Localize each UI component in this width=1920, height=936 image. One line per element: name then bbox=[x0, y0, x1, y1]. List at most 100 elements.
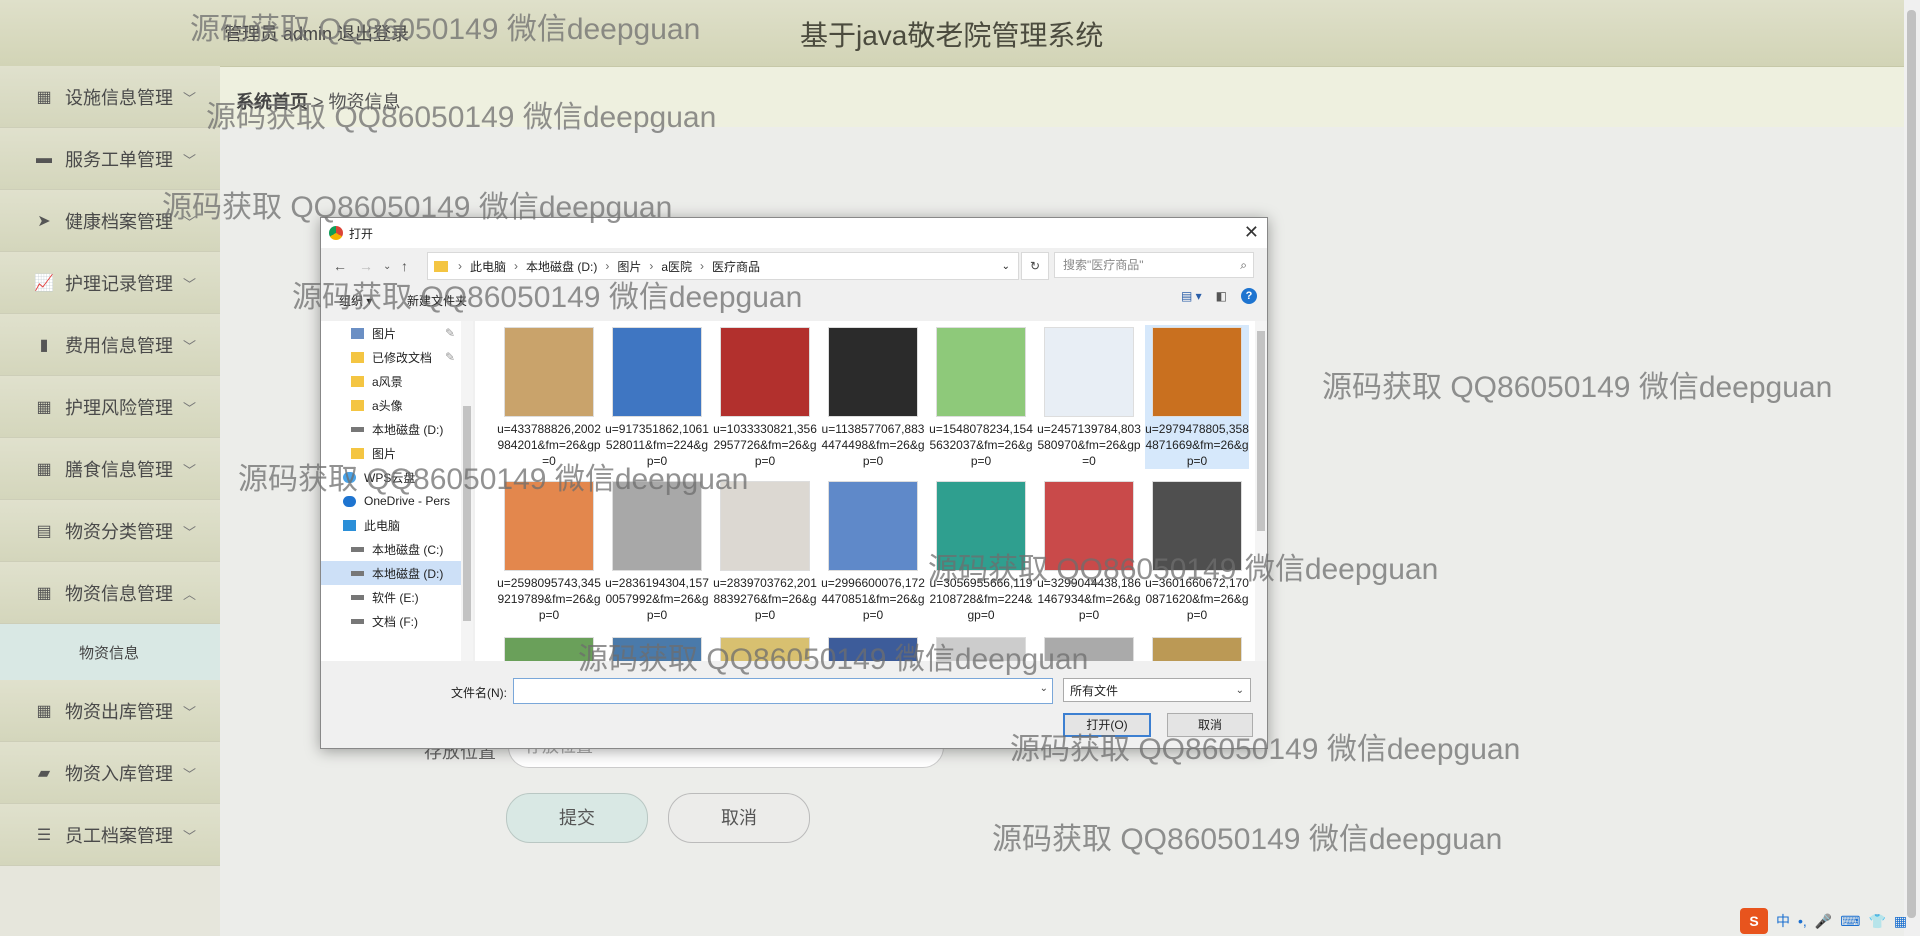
file-thumbnail-partial[interactable] bbox=[504, 637, 594, 661]
file-name: u=2457139784,803580970&fm=26&gp=0 bbox=[1037, 422, 1141, 468]
file-type-select[interactable]: 所有文件 ⌄ bbox=[1063, 678, 1251, 702]
address-bar[interactable]: › 此电脑 › 本地磁盘 (D:) › 图片 › a医院 › 医疗商品 ⌄ bbox=[427, 252, 1019, 280]
filename-input[interactable]: ⌄ bbox=[513, 678, 1053, 704]
sidebar-item-care-record[interactable]: 📈 护理记录管理 ﹀ bbox=[0, 252, 220, 314]
tree-item[interactable]: 已修改文档 ✎ bbox=[321, 345, 473, 369]
tree-scrollbar-thumb[interactable] bbox=[463, 406, 471, 621]
file-item[interactable]: u=1138577067,8834474498&fm=26&gp=0 bbox=[821, 325, 925, 469]
skin-icon[interactable]: 👕 bbox=[1868, 913, 1885, 930]
submit-button[interactable]: 提交 bbox=[506, 793, 648, 843]
microphone-icon[interactable]: 🎤 bbox=[1815, 913, 1832, 930]
organize-menu[interactable]: 组织 ▾ bbox=[339, 292, 372, 309]
search-input[interactable]: 搜索"医疗商品" ⌕ bbox=[1054, 252, 1254, 278]
file-thumbnail bbox=[504, 481, 594, 571]
tree-scrollbar[interactable] bbox=[461, 321, 473, 661]
sidebar-item-label: 护理风险管理 bbox=[65, 397, 173, 418]
file-thumbnail-partial[interactable] bbox=[1152, 637, 1242, 661]
dialog-cancel-button[interactable]: 取消 bbox=[1167, 713, 1253, 737]
file-item[interactable]: u=2996600076,1724470851&fm=26&gp=0 bbox=[821, 479, 925, 623]
file-item[interactable]: u=3056955666,1192108728&fm=224&gp=0 bbox=[929, 479, 1033, 623]
sidebar-item-care-risk[interactable]: ▦ 护理风险管理 ﹀ bbox=[0, 376, 220, 438]
cancel-button[interactable]: 取消 bbox=[668, 793, 810, 843]
tree-item[interactable]: 本地磁盘 (C:) bbox=[321, 537, 473, 561]
chevron-down-icon[interactable]: ⌄ bbox=[1002, 261, 1010, 272]
grid-icon: ▦ bbox=[36, 584, 52, 602]
sidebar-item-supply-info[interactable]: ▦ 物资信息管理 ︿ bbox=[0, 562, 220, 624]
sidebar-item-supply-out[interactable]: ▦ 物资出库管理 ﹀ bbox=[0, 680, 220, 742]
file-scrollbar-thumb[interactable] bbox=[1257, 331, 1265, 531]
sidebar-item-supply-in[interactable]: ▰ 物资入库管理 ﹀ bbox=[0, 742, 220, 804]
tree-item[interactable]: 图片 ✎ bbox=[321, 321, 473, 345]
tree-item[interactable]: a风景 bbox=[321, 369, 473, 393]
dialog-titlebar: 打开 ✕ bbox=[321, 218, 1267, 248]
path-segment[interactable]: 此电脑 bbox=[470, 258, 506, 275]
file-item[interactable]: u=917351862,1061528011&fm=224&gp=0 bbox=[605, 325, 709, 469]
path-segment[interactable]: a医院 bbox=[661, 258, 692, 275]
tree-item[interactable]: 图片 bbox=[321, 441, 473, 465]
admin-logout-link[interactable]: 管理员 admin 退出登录 bbox=[224, 20, 409, 46]
view-options-icon[interactable]: ▤ ▾ bbox=[1181, 289, 1202, 303]
tree-item[interactable]: 文档 (F:) bbox=[321, 609, 473, 633]
sidebar-item-staff[interactable]: ☰ 员工档案管理 ﹀ bbox=[0, 804, 220, 866]
tree-item[interactable]: 此电脑 bbox=[321, 513, 473, 537]
forward-arrow-icon[interactable]: → bbox=[359, 258, 373, 274]
tree-item[interactable]: OneDrive - Pers bbox=[321, 489, 473, 513]
top-header: 管理员 admin 退出登录 基于java敬老院管理系统 bbox=[0, 0, 1904, 67]
new-folder-button[interactable]: 新建文件夹 bbox=[407, 292, 467, 309]
help-icon[interactable]: ? bbox=[1241, 288, 1257, 304]
file-item[interactable]: u=2836194304,1570057992&fm=26&gp=0 bbox=[605, 479, 709, 623]
sidebar-subitem-supply-info[interactable]: 物资信息 bbox=[0, 624, 220, 680]
tree-item[interactable]: 软件 (E:) bbox=[321, 585, 473, 609]
file-item[interactable]: u=1033330821,3562957726&fm=26&gp=0 bbox=[713, 325, 817, 469]
file-thumbnail-partial[interactable] bbox=[828, 637, 918, 661]
file-grid: u=433788826,2002984201&fm=26&gp=0 u=91735… bbox=[475, 321, 1255, 661]
breadcrumb-home[interactable]: 系统首页 bbox=[236, 92, 308, 112]
sidebar-item-health-record[interactable]: ➤ 健康档案管理 ﹀ bbox=[0, 190, 220, 252]
refresh-icon[interactable]: ↻ bbox=[1021, 252, 1049, 280]
file-item[interactable]: u=1548078234,1545632037&fm=26&gp=0 bbox=[929, 325, 1033, 469]
file-thumbnail-partial[interactable] bbox=[1044, 637, 1134, 661]
up-arrow-icon[interactable]: ↑ bbox=[401, 258, 408, 274]
file-item[interactable]: u=2457139784,803580970&fm=26&gp=0 bbox=[1037, 325, 1141, 469]
file-item[interactable]: u=2839703762,2018839276&fm=26&gp=0 bbox=[713, 479, 817, 623]
punctuation-icon[interactable]: •, bbox=[1798, 913, 1807, 929]
recent-chevron-icon[interactable]: ⌄ bbox=[383, 261, 391, 272]
sidebar-item-meals[interactable]: ▦ 膳食信息管理 ﹀ bbox=[0, 438, 220, 500]
sidebar-item-facility[interactable]: ▦ 设施信息管理 ﹀ bbox=[0, 66, 220, 128]
sidebar-item-service-order[interactable]: ▬ 服务工单管理 ﹀ bbox=[0, 128, 220, 190]
file-thumbnail-partial[interactable] bbox=[720, 637, 810, 661]
sogou-icon[interactable]: S bbox=[1740, 908, 1768, 934]
tree-item[interactable]: a头像 bbox=[321, 393, 473, 417]
preview-pane-icon[interactable]: ◧ bbox=[1216, 289, 1227, 303]
file-thumbnail bbox=[720, 327, 810, 417]
tree-item-label: 本地磁盘 (D:) bbox=[372, 566, 444, 581]
tree-item[interactable]: WPS云盘 bbox=[321, 465, 473, 489]
path-segment[interactable]: 本地磁盘 (D:) bbox=[526, 258, 597, 275]
path-segment[interactable]: 图片 bbox=[617, 258, 641, 275]
file-scrollbar[interactable] bbox=[1255, 321, 1267, 661]
file-thumbnail-partial[interactable] bbox=[612, 637, 702, 661]
keyboard-icon[interactable]: ⌨ bbox=[1840, 913, 1860, 930]
open-button[interactable]: 打开(O) bbox=[1063, 713, 1151, 737]
page-scrollbar-thumb[interactable] bbox=[1907, 10, 1916, 918]
toolbox-icon[interactable]: ▦ bbox=[1894, 913, 1907, 930]
chevron-down-icon: ﹀ bbox=[183, 277, 197, 292]
ime-chinese-indicator[interactable]: 中 bbox=[1776, 911, 1790, 931]
chevron-down-icon[interactable]: ⌄ bbox=[1040, 683, 1048, 694]
tree-item[interactable]: 本地磁盘 (D:) bbox=[321, 417, 473, 441]
file-item[interactable]: u=2598095743,3459219789&fm=26&gp=0 bbox=[497, 479, 601, 623]
file-name: u=1548078234,1545632037&fm=26&gp=0 bbox=[929, 422, 1033, 468]
close-icon[interactable]: ✕ bbox=[1244, 222, 1259, 243]
file-item[interactable]: u=433788826,2002984201&fm=26&gp=0 bbox=[497, 325, 601, 469]
path-segment[interactable]: 医疗商品 bbox=[712, 258, 760, 275]
sidebar-item-supply-category[interactable]: ▤ 物资分类管理 ﹀ bbox=[0, 500, 220, 562]
file-item[interactable]: u=3601660672,1700871620&fm=26&gp=0 bbox=[1145, 479, 1249, 623]
pin-icon: ✎ bbox=[444, 326, 455, 340]
sidebar-item-fees[interactable]: ▮ 费用信息管理 ﹀ bbox=[0, 314, 220, 376]
file-item[interactable]: u=3299044438,1861467934&fm=26&gp=0 bbox=[1037, 479, 1141, 623]
back-arrow-icon[interactable]: ← bbox=[333, 258, 347, 274]
file-thumbnail-partial[interactable] bbox=[936, 637, 1026, 661]
filename-row: 文件名(N): ⌄ 所有文件 ⌄ bbox=[321, 678, 1267, 706]
tree-item-selected[interactable]: 本地磁盘 (D:) bbox=[321, 561, 473, 585]
file-item-selected[interactable]: u=2979478805,3584871669&fm=26&gp=0 bbox=[1145, 325, 1249, 469]
